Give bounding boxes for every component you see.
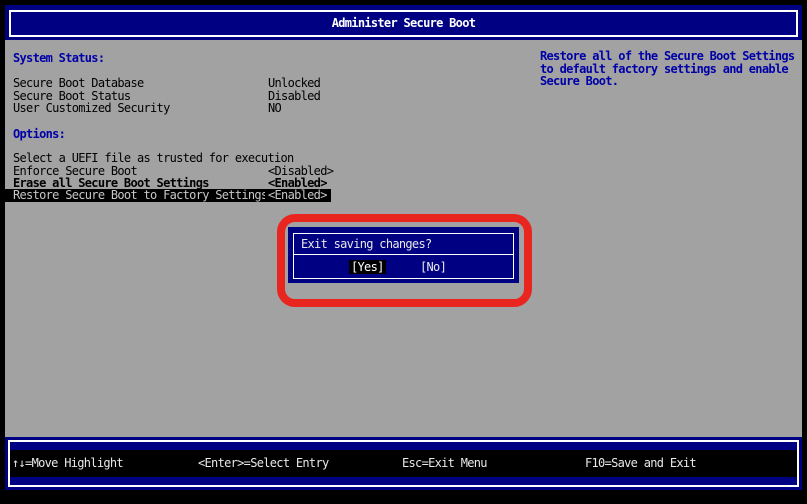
footer-strip: ↑↓=Move Highlight <Enter>=Select Entry E… xyxy=(10,450,797,477)
page-title: Administer Secure Boot xyxy=(5,5,802,40)
hint-select-entry: <Enter>=Select Entry xyxy=(198,450,329,477)
status-row-user-customized-security: User Customized Security NO xyxy=(5,102,802,115)
status-label: User Customized Security xyxy=(5,102,170,115)
dialog-message: Exit saving changes? xyxy=(294,234,513,255)
hint-save-and-exit: F10=Save and Exit xyxy=(585,450,696,477)
options-heading: Options: xyxy=(5,128,802,141)
help-panel: Restore all of the Secure Boot Settings … xyxy=(540,50,802,88)
help-line: Restore all of the Secure Boot Settings xyxy=(540,50,802,63)
footer-key-bar: ↑↓=Move Highlight <Enter>=Select Entry E… xyxy=(5,437,802,490)
no-button[interactable]: [No] xyxy=(420,260,446,274)
title-bar: Administer Secure Boot xyxy=(5,5,802,40)
option-label: Restore Secure Boot to Factory Settings xyxy=(5,189,273,202)
yes-button[interactable]: [Yes] xyxy=(349,260,386,274)
option-restore-secure-boot-factory[interactable]: Restore Secure Boot to Factory Settings … xyxy=(5,189,802,202)
status-value: NO xyxy=(268,102,281,115)
dialog-frame: Exit saving changes? [Yes] [No] xyxy=(293,233,514,279)
option-value: <Enabled> xyxy=(265,189,331,202)
hint-exit-menu: Esc=Exit Menu xyxy=(402,450,487,477)
exit-dialog: Exit saving changes? [Yes] [No] xyxy=(288,227,519,283)
hint-move-highlight: ↑↓=Move Highlight xyxy=(12,450,123,477)
dialog-buttons: [Yes] [No] xyxy=(294,255,513,278)
bios-screen: { "window": { "title": "Administer Secur… xyxy=(0,0,807,504)
help-line: Secure Boot. xyxy=(540,75,802,88)
